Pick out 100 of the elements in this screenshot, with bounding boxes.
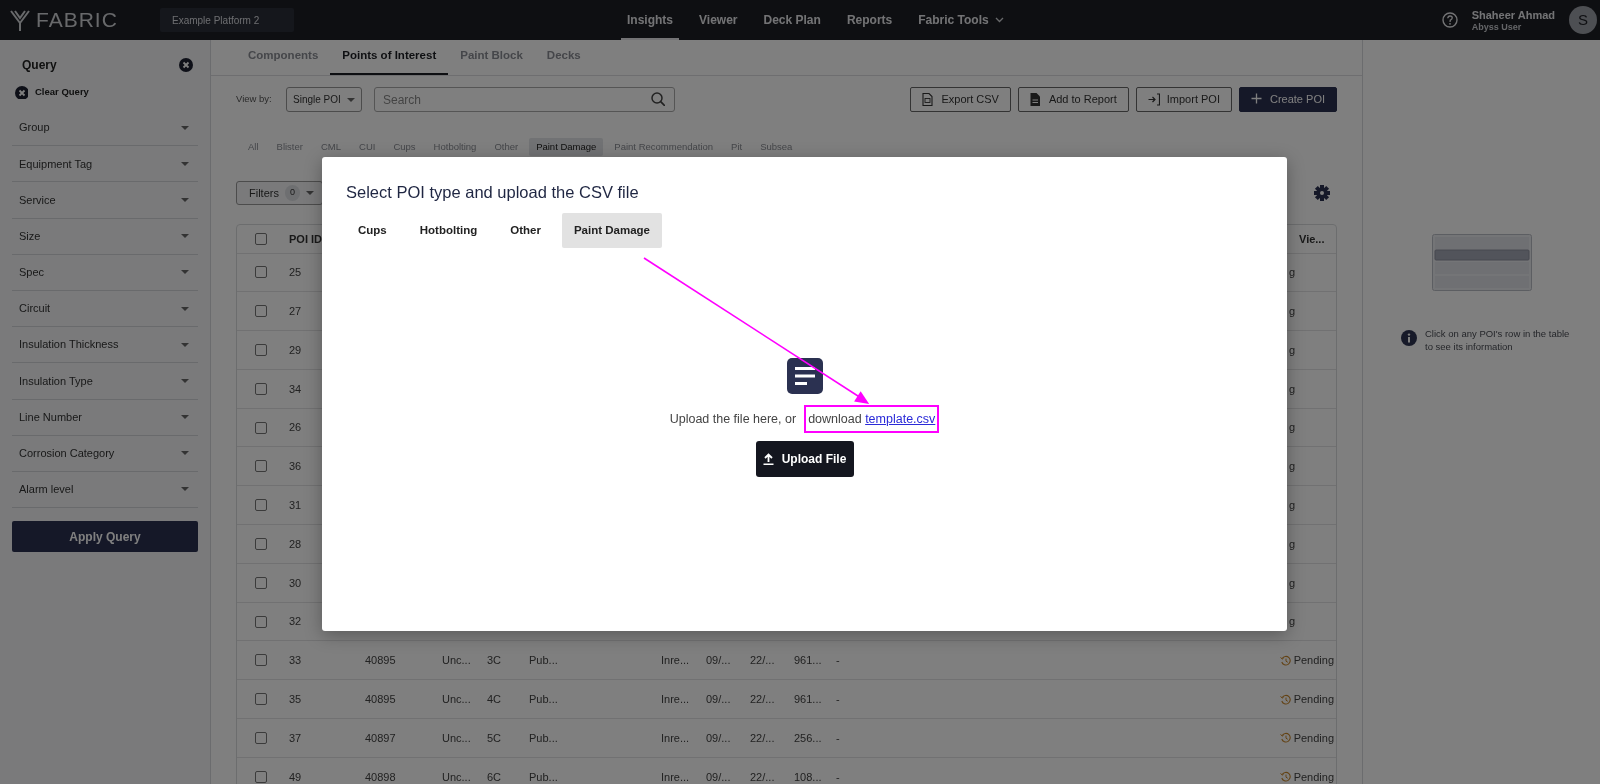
caret-icon xyxy=(181,234,189,239)
tab[interactable]: Hotbolting xyxy=(407,213,490,248)
upload-file-button[interactable]: Upload File xyxy=(755,441,854,477)
table-cell-text: 22/... xyxy=(750,653,776,669)
filter-dropdown[interactable]: Corrosion Category xyxy=(12,435,198,472)
platform-selector[interactable]: Example Platform 2 xyxy=(160,8,294,32)
apply-query-button[interactable]: Apply Query xyxy=(12,521,198,553)
checkbox[interactable] xyxy=(255,537,267,550)
tab[interactable]: Other xyxy=(498,213,553,248)
table-cell-text: 25 xyxy=(289,265,303,281)
tab[interactable]: Paint Damage xyxy=(561,213,662,248)
table-cell-text: Pub... xyxy=(529,691,559,707)
close-icon[interactable] xyxy=(179,57,193,72)
filter-dropdown[interactable]: Insulation Type xyxy=(12,363,198,400)
caret-icon xyxy=(181,270,189,275)
checkbox[interactable] xyxy=(255,693,267,706)
filter-dropdown[interactable]: Insulation Thickness xyxy=(12,327,198,364)
checkbox[interactable] xyxy=(255,421,267,434)
filter-dropdown[interactable]: Size xyxy=(12,218,198,255)
filter-dropdown[interactable]: Spec xyxy=(12,254,198,291)
toolbar-button[interactable]: Export CSV xyxy=(910,87,1011,112)
toolbar-button[interactable]: Import POI xyxy=(1135,87,1232,112)
filter-dropdown[interactable]: Circuit xyxy=(12,290,198,328)
checkbox[interactable] xyxy=(255,654,267,667)
nav-link[interactable]: Deck Plan xyxy=(757,0,827,40)
table-cell-text: Pub... xyxy=(529,769,559,784)
nav-link[interactable]: Viewer xyxy=(693,0,744,40)
checkbox[interactable] xyxy=(255,615,267,628)
help-icon[interactable] xyxy=(1441,12,1458,28)
checkbox[interactable] xyxy=(255,770,267,783)
filter-dropdown[interactable]: Equipment Tag xyxy=(12,146,198,183)
caret-icon xyxy=(181,451,189,456)
tab[interactable]: Decks xyxy=(534,40,593,75)
checkbox[interactable] xyxy=(255,344,267,356)
plus-icon xyxy=(1250,93,1263,106)
search-field[interactable]: Search xyxy=(374,87,675,112)
view-by-dropdown[interactable]: Single POI xyxy=(286,87,362,112)
caret-icon xyxy=(181,125,189,130)
user-role: Abyss User xyxy=(1471,21,1522,33)
table-cell-text: 961... xyxy=(794,653,823,669)
table-cell-text: - xyxy=(836,653,841,669)
clear-query-link[interactable]: Clear Query xyxy=(15,84,89,100)
caret-icon xyxy=(181,197,189,202)
toolbar-button[interactable]: Add to Report xyxy=(1017,87,1129,112)
table-cell-text: 22/... xyxy=(750,730,776,746)
tab[interactable]: Components xyxy=(236,40,331,75)
filter-dropdown[interactable]: Group xyxy=(12,110,198,147)
table-cell-text: 40895 xyxy=(365,691,397,707)
tab[interactable]: Paint Block xyxy=(448,40,535,75)
tab[interactable]: Points of Interest xyxy=(330,40,449,75)
status-text: Pending xyxy=(1293,769,1334,784)
chevron-down-icon xyxy=(994,17,1004,23)
table-cell-text: 29 xyxy=(289,342,303,358)
filters-button[interactable]: Filters 0 xyxy=(236,181,323,205)
upload-icon xyxy=(762,453,774,465)
checkbox[interactable] xyxy=(255,266,267,279)
caret-icon xyxy=(347,97,355,102)
filter-dropdown[interactable]: Service xyxy=(12,182,198,219)
table-cell-text: Unc... xyxy=(442,769,472,784)
clock-icon xyxy=(1279,771,1291,783)
status-text: g xyxy=(1288,614,1295,630)
search-icon xyxy=(651,92,665,106)
table-cell-text: Inre... xyxy=(661,691,691,707)
user-avatar[interactable]: S xyxy=(1569,6,1597,34)
checkbox[interactable] xyxy=(255,232,267,245)
caret-icon xyxy=(181,161,189,166)
status-text: Pending xyxy=(1293,653,1334,669)
checkbox[interactable] xyxy=(255,576,267,589)
import-icon xyxy=(1147,93,1160,106)
category-tab[interactable]: Paint Damage xyxy=(529,138,604,156)
table-cell-text: 40897 xyxy=(365,730,397,746)
checkbox[interactable] xyxy=(255,305,267,318)
table-cell-text: Inre... xyxy=(661,769,691,784)
checkbox[interactable] xyxy=(255,499,267,512)
toolbar-button[interactable]: Create POI xyxy=(1238,87,1337,112)
info-icon xyxy=(1401,330,1417,346)
filter-dropdown[interactable]: Line Number xyxy=(12,399,198,436)
document-icon xyxy=(786,358,823,394)
status-text: g xyxy=(1288,303,1295,319)
filter-dropdown[interactable]: Alarm level xyxy=(12,471,198,509)
table-cell-text: Pub... xyxy=(529,653,559,669)
logo-icon xyxy=(10,9,30,31)
nav-link[interactable]: Fabric Tools xyxy=(912,0,1010,40)
nav-link[interactable]: Reports xyxy=(840,0,899,40)
table-cell-text: - xyxy=(836,691,841,707)
checkbox[interactable] xyxy=(255,460,267,473)
clock-icon xyxy=(1279,693,1291,705)
logo-text: FABRIC xyxy=(36,7,118,34)
table-cell-text: 33 xyxy=(289,653,303,669)
table-cell-text: 31 xyxy=(289,497,303,513)
settings-icon[interactable] xyxy=(1314,185,1330,201)
user-name: Shaheer Ahmad xyxy=(1471,7,1555,22)
document-icon xyxy=(1029,93,1042,106)
checkbox[interactable] xyxy=(255,382,267,395)
checkbox[interactable] xyxy=(255,731,267,744)
clock-icon xyxy=(1279,654,1291,666)
table-cell-text: 37 xyxy=(289,730,303,746)
table-cell-text: 5C xyxy=(487,730,503,746)
template-link[interactable]: template.csv xyxy=(865,412,936,426)
tab[interactable]: Cups xyxy=(346,213,399,248)
